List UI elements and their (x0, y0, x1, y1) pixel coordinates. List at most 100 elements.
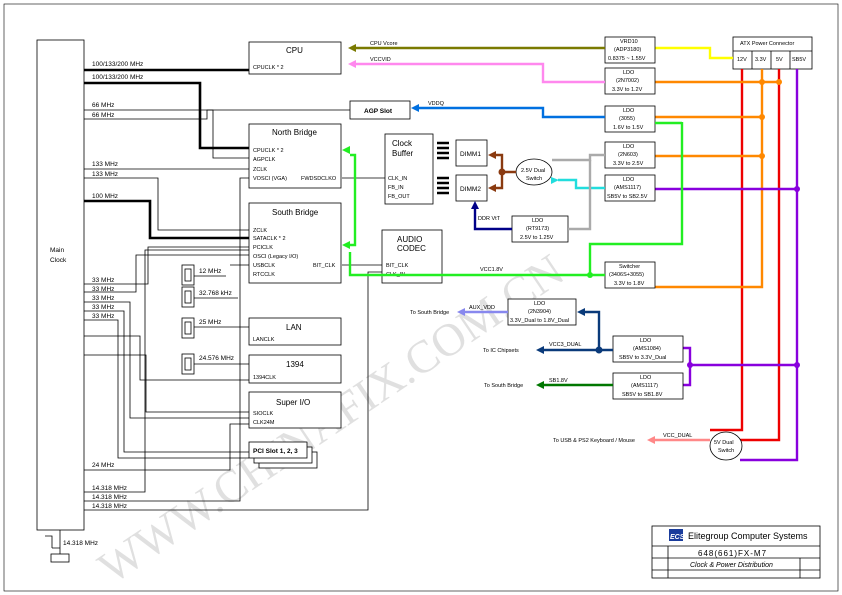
vddq-line (418, 106, 605, 119)
dimm2-title: DIMM2 (460, 186, 481, 193)
atx-pin-33v: 3.3V (755, 57, 767, 63)
crystal-32khz-label: 32.768 kHz (199, 290, 232, 297)
agp-clock-label-2: 66 MHz (92, 112, 114, 119)
osc-label-3: 14.318 MHz (92, 503, 127, 510)
cyan-line (558, 178, 605, 190)
switcher-line-1: Switcher (619, 264, 640, 270)
nb-title: North Bridge (272, 128, 317, 137)
sb18-arrow (536, 381, 544, 389)
m33-label-2: 33 MHz (92, 286, 114, 293)
ldo-3055-line-3: 1.6V to 1.5V (613, 125, 644, 131)
gray-line-ldo-2n603 (552, 153, 605, 162)
m33-line-5 (84, 319, 249, 459)
dimm1-block: DIMM1 (455, 139, 488, 167)
codec-title-2: CODEC (397, 244, 426, 253)
ldo-rt9173-line-3: 2.5V to 1.25V (520, 235, 554, 241)
nb-clock-label-1: 133 MHz (92, 161, 118, 168)
ldo-ams1117-a-block: LDO (AMS1117) SB5V to SB2.5V (604, 174, 656, 202)
rail-sb5v-purple (740, 69, 799, 462)
atx-power-connector: ATX Power Connector 12V 3.3V 5V SB5V (732, 36, 813, 70)
atx-title: ATX Power Connector (740, 41, 794, 47)
ieee1394-title: 1394 (286, 360, 304, 369)
main-clock-label-2: Clock (50, 257, 67, 264)
brown-junction (498, 168, 506, 176)
sb-pin-sataclk: SATACLK * 2 (253, 236, 286, 242)
m33-label-1: 33 MHz (92, 277, 114, 284)
atx-pin-sb5v: SB5V (792, 57, 806, 63)
crystal-25mhz-label: 25 MHz (199, 319, 221, 326)
dual-25-line-1: 2.5V Dual (521, 168, 545, 174)
dual-5-line-2: Switch (718, 448, 734, 454)
vcc3-dual-label: VCC3_DUAL (549, 342, 581, 348)
cpu-clock-label-1: 100/133/200 MHz (92, 61, 143, 68)
osc-line-2 (84, 177, 249, 502)
schematic-sheet: WWW.CHINAFIX.COM.CN Main Clock 14.318 MH… (3, 3, 839, 593)
pci-slot-title: PCI Slot 1, 2, 3 (253, 448, 298, 455)
page-title: Clock & Power Distribution (690, 562, 773, 569)
ldo-ams1084-line-2: (AMS1084) (633, 346, 661, 352)
ldo-ams1117b-line-2: (AMS1117) (631, 383, 658, 389)
pci-slot-block: PCI Slot 1, 2, 3 (248, 441, 318, 469)
nb-pin-cpuclk: CPUCLK * 2 (253, 148, 284, 154)
clock-buffer-title-1: Clock (392, 139, 413, 148)
nb-pin-fwdsdclko: FWDSDCLKO (301, 176, 337, 182)
ldo-2n603-block: LDO (2N603) 3.3V to 2.5V (604, 141, 656, 169)
nb-pin-agpclk: AGPCLK (253, 157, 276, 163)
nb-clock-line-2 (84, 177, 249, 231)
ldo-2n603-line-3: 3.3V to 2.5V (613, 161, 644, 167)
gray-line-rt9173 (568, 160, 592, 231)
vddq-arrow (411, 104, 419, 112)
north-bridge-block: North Bridge CPUCLK * 2 AGPCLK ZCLK VOSC… (248, 123, 342, 189)
agp-clock-line-2 (84, 109, 350, 120)
crystal-12mhz: 12 MHz (181, 264, 226, 286)
vrd10-block: VRD10 (ADP3180) 0.8375 ~ 1.55V (604, 36, 656, 64)
clock-buffer-pin-clkin: CLK_IN (388, 176, 407, 182)
nb-pin-zclk: ZCLK (253, 167, 267, 173)
sb-title: South Bridge (272, 208, 319, 217)
vrd10-line-2: (ADP3180) (614, 47, 641, 53)
rail-12v-yellow (655, 46, 733, 60)
cpu-block: CPU CPUCLK * 2 (248, 41, 342, 75)
ldo-rt9173-block: LDO (RT9173) 2.5V to 1.25V (511, 215, 569, 243)
ldo-ams1084-block: LDO (AMS1084) SB5V to 3.3V_Dual (612, 335, 684, 363)
cpu-title: CPU (286, 46, 303, 55)
vccvid-label: VCCVID (370, 57, 391, 63)
codec-title-1: AUDIO (397, 235, 422, 244)
ldo-ams1117b-line-1: LDO (640, 375, 652, 381)
dest-to-ic: To IC Chipsets (483, 348, 519, 354)
ldo-2n3904-line-3: 3.3V_Dual to 1.8V_Dual (510, 318, 569, 324)
osc-label-2: 14.318 MHz (92, 494, 127, 501)
ldo-3055-block: LDO (3055) 1.6V to 1.5V (604, 105, 656, 133)
main-clock-label-1: Main (50, 247, 64, 254)
ldo-2n3904-line-1: LDO (534, 301, 546, 307)
dimm1-title: DIMM1 (460, 151, 481, 158)
cpu-vcore-arrow (348, 44, 356, 52)
ldo-rt9173-line-2: (RT9173) (526, 226, 549, 232)
ldo-2n603-line-1: LDO (623, 144, 635, 150)
cpu-clock-label-2: 100/133/200 MHz (92, 74, 143, 81)
ldo-2n3904-block: LDO (2N3904) 3.3V_Dual to 1.8V_Dual (507, 298, 577, 326)
ddr-vtt-arrow (471, 201, 479, 209)
codec-pin-bitclk: BIT_CLK (386, 263, 409, 269)
osc-main-label: 14.318 MHz (63, 540, 98, 547)
atx-pin-12v: 12V (737, 57, 747, 63)
vcc-dual-arrow (647, 436, 655, 444)
south-bridge-block: South Bridge ZCLK SATACLK * 2 PCICLK OSC… (248, 202, 342, 284)
osc-label-1: 14.318 MHz (92, 485, 127, 492)
brown-arrows (488, 151, 496, 192)
vcc18-arrows (342, 146, 350, 249)
switcher-line-2: (3406S+3055) (609, 272, 644, 278)
vccvid-line (355, 62, 605, 84)
sb-pin-usbclk: USBCLK (253, 263, 275, 269)
crystal-25mhz: 25 MHz (181, 317, 249, 339)
sb-pin-pciclk: PCICLK (253, 245, 273, 251)
agp-slot-block: AGP Slot (349, 100, 411, 120)
ldo-ams1117a-line-1: LDO (623, 177, 635, 183)
dest-to-sb-2: To South Bridge (484, 383, 523, 389)
aux-vdd-label: AUX_VDD (469, 305, 495, 311)
main-oscillator: 14.318 MHz (45, 530, 98, 563)
m33-label-4: 33 MHz (92, 304, 114, 311)
rail-12v-red (710, 69, 744, 432)
switcher-block: Switcher (3406S+3055) 3.3V to 1.8V (604, 261, 656, 289)
cpu-pin-cpuclk: CPUCLK * 2 (253, 65, 284, 71)
